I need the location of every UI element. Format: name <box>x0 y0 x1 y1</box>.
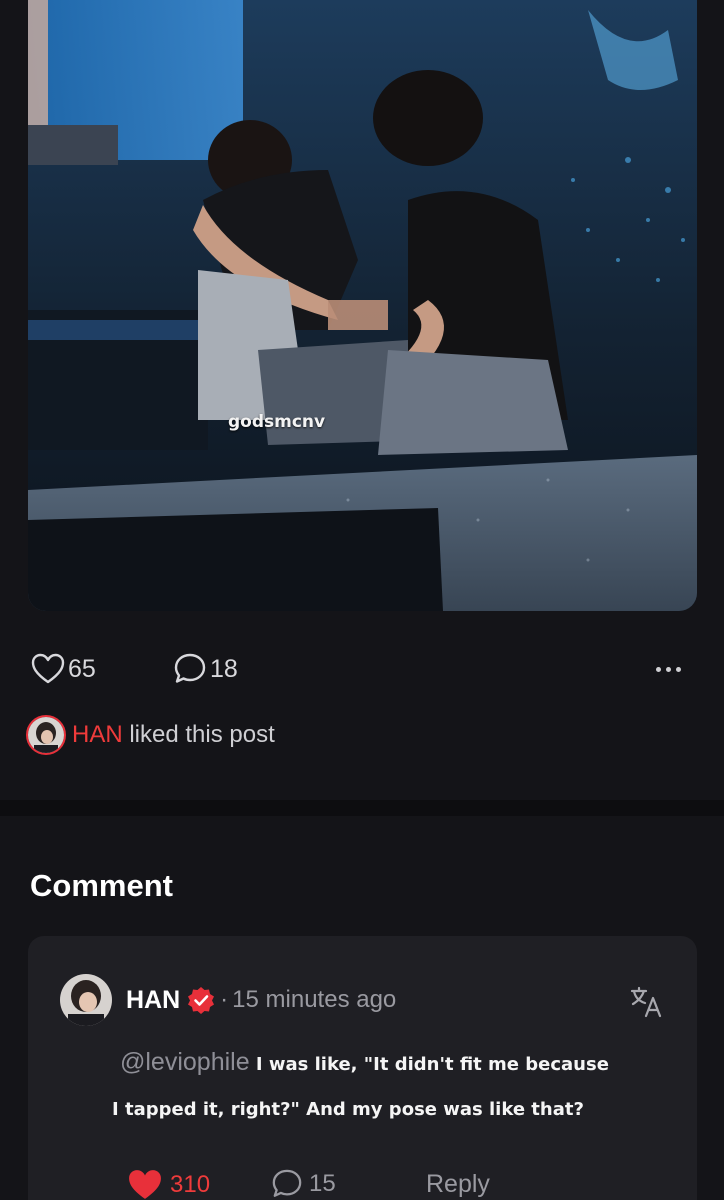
liked-by-text: HAN liked this post <box>72 721 275 749</box>
post-photo[interactable]: godsmcnv <box>28 0 697 611</box>
comment-author[interactable]: HAN <box>126 986 180 1015</box>
comment-like-button[interactable]: 310 <box>126 1168 210 1200</box>
heart-filled-icon <box>129 1170 161 1199</box>
like-count: 65 <box>68 654 96 683</box>
photo-watermark: godsmcnv <box>228 412 326 432</box>
comment-timestamp: 15 minutes ago <box>232 986 397 1013</box>
avatar <box>26 715 66 755</box>
liked-by-name[interactable]: HAN <box>72 721 123 748</box>
comment-bubble-icon <box>172 651 208 687</box>
avatar[interactable] <box>60 974 112 1026</box>
comment-replies-button[interactable]: 15 <box>271 1168 336 1200</box>
comment-count: 18 <box>210 654 238 683</box>
comment-header: HAN · 15 minutes ago <box>126 984 396 1016</box>
comment-text-line2: I tapped it, right?" And my pose was lik… <box>112 1099 584 1120</box>
liked-by-row[interactable]: HAN liked this post <box>26 714 275 756</box>
comment-reply-count: 15 <box>309 1170 336 1197</box>
comment-body: @leviophile I was like, "It didn't fit m… <box>112 1040 660 1132</box>
section-divider <box>0 800 724 816</box>
liked-by-suffix: liked this post <box>122 721 275 748</box>
comment-text-line1: I was like, "It didn't fit me because <box>249 1054 609 1075</box>
like-button[interactable]: 65 <box>30 650 96 688</box>
comment-section-title: Comment <box>30 868 173 903</box>
comment-card: HAN · 15 minutes ago @leviophile I was l… <box>28 936 697 1200</box>
comment-bubble-icon <box>272 1169 302 1197</box>
comment-separator: · <box>220 986 229 1013</box>
heart-outline-icon <box>30 651 66 687</box>
post-detail-page: godsmcnv 65 18 HAN liked this post Comme… <box>0 0 724 1200</box>
concert-photo-illustration <box>28 0 697 611</box>
comment-actions: 310 15 Reply <box>126 1168 646 1200</box>
more-dots-icon[interactable] <box>648 652 688 686</box>
comment-button[interactable]: 18 <box>172 650 238 688</box>
post-stats-bar: 65 18 <box>30 650 694 688</box>
comment-like-count: 310 <box>170 1171 211 1198</box>
comment-mention[interactable]: @leviophile <box>120 1048 250 1076</box>
translate-icon[interactable] <box>629 984 665 1020</box>
verified-badge-icon <box>186 985 216 1015</box>
reply-button[interactable]: Reply <box>426 1170 490 1199</box>
